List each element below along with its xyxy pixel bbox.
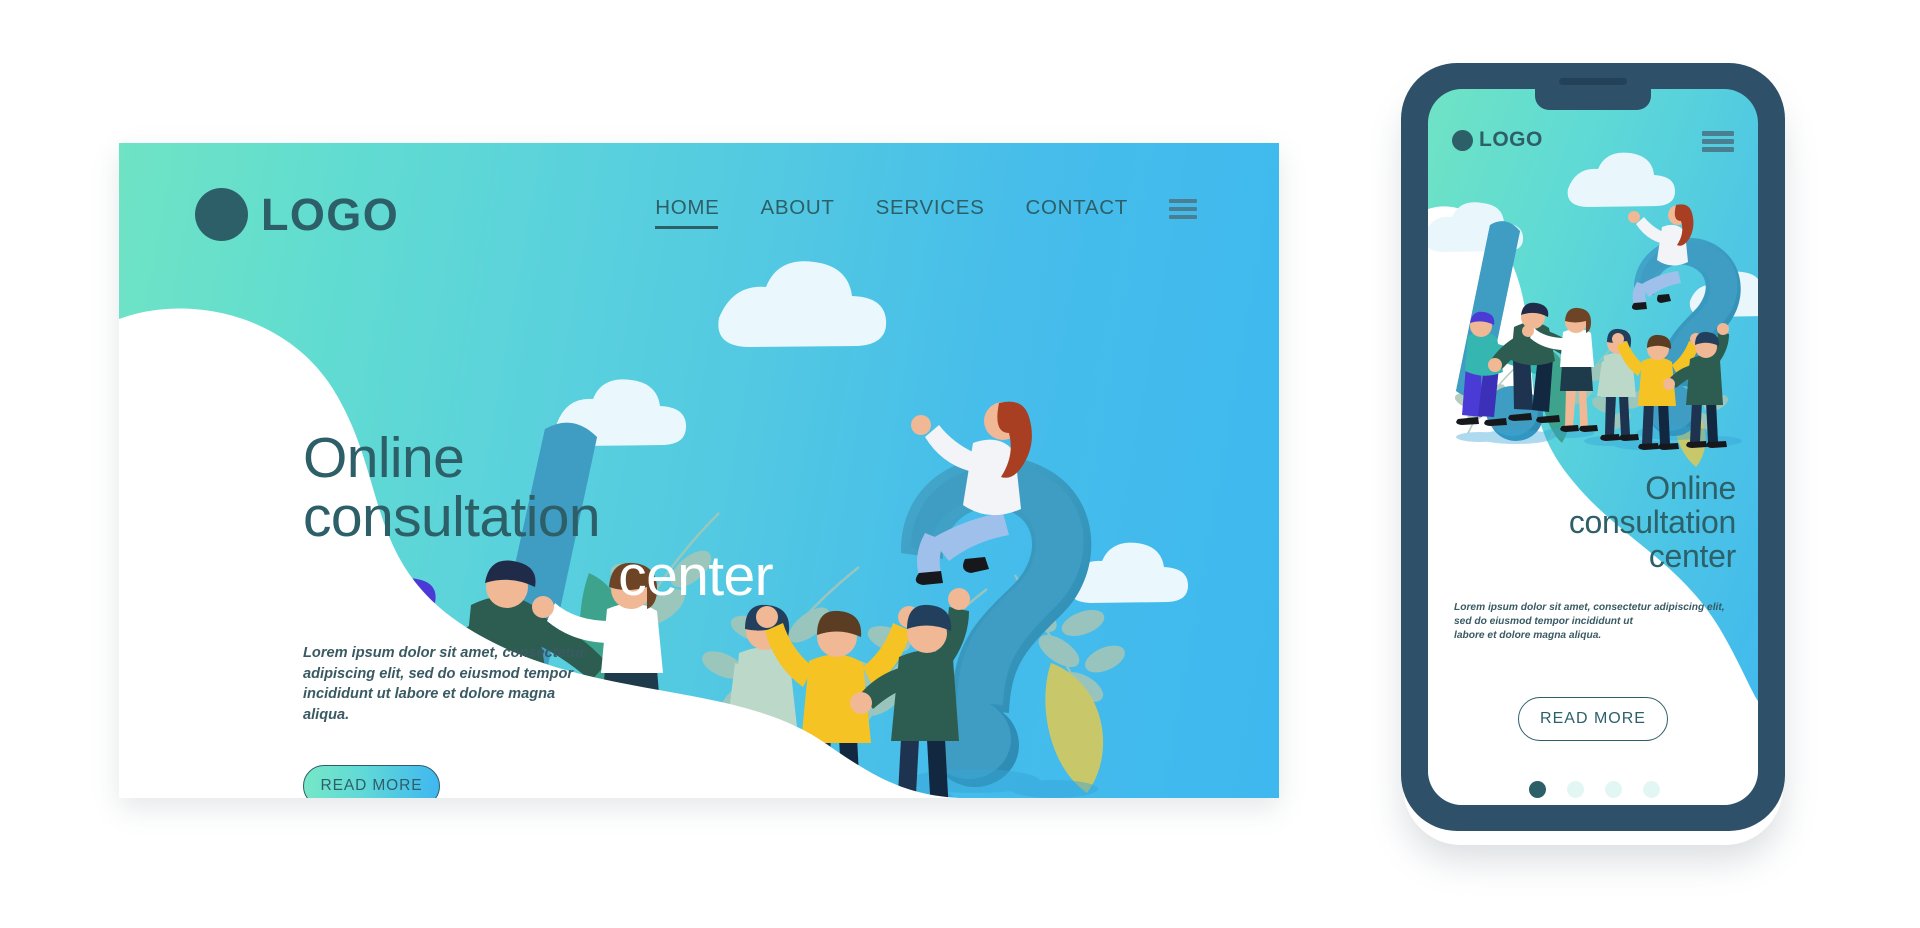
mobile-carousel-dot-1[interactable] xyxy=(1528,781,1546,798)
mobile-read-more-button[interactable]: READ MORE xyxy=(1518,697,1668,741)
mobile-header: LOGO xyxy=(1428,89,1758,161)
hamburger-icon[interactable] xyxy=(1702,131,1734,152)
desktop-header: LOGO HOME ABOUT SERVICES CONTACT xyxy=(119,143,1279,273)
landing-page-mockup: LOGO HOME ABOUT SERVICES CONTACT Online … xyxy=(0,0,1920,928)
mobile-paragraph-line-3: labore et dolore magna aliqua. xyxy=(1454,630,1602,641)
phone-speaker xyxy=(1559,78,1627,85)
headline-line-2: consultation xyxy=(303,485,601,549)
phone-bezel: LOGO Online consultation center Lorem ip… xyxy=(1401,63,1785,831)
headline-line-3: center xyxy=(618,544,773,608)
nav-item-contact[interactable]: CONTACT xyxy=(1026,196,1128,229)
circle-icon xyxy=(1452,129,1473,151)
mobile-page-title: Online consultation center xyxy=(1450,471,1736,573)
hamburger-icon[interactable] xyxy=(1169,199,1197,219)
mobile-logo[interactable]: LOGO xyxy=(1452,128,1543,152)
mobile-carousel-dot-2[interactable] xyxy=(1566,781,1584,798)
mobile-hero-paragraph: Lorem ipsum dolor sit amet, consectetur … xyxy=(1450,601,1736,643)
main-navigation: HOME ABOUT SERVICES CONTACT xyxy=(655,196,1197,229)
logo[interactable]: LOGO xyxy=(195,188,399,241)
mobile-logo-text: LOGO xyxy=(1479,128,1543,151)
mobile-paragraph-line-1: Lorem ipsum dolor sit amet, consectetur … xyxy=(1454,602,1725,613)
nav-item-home[interactable]: HOME xyxy=(655,196,719,229)
desktop-mockup: LOGO HOME ABOUT SERVICES CONTACT Online … xyxy=(119,143,1279,798)
logo-text: LOGO xyxy=(261,188,400,240)
phone-screen: LOGO Online consultation center Lorem ip… xyxy=(1428,89,1758,805)
mobile-carousel-dots xyxy=(1450,781,1736,798)
mobile-headline-line-1: Online xyxy=(1645,470,1736,506)
mobile-headline-line-2: consultation xyxy=(1568,504,1736,540)
hero-copy: Online consultation center Lorem ipsum d… xyxy=(303,426,774,798)
nav-item-services[interactable]: SERVICES xyxy=(876,196,985,229)
circle-icon xyxy=(195,188,248,241)
mobile-paragraph-line-2: sed do eiusmod tempor incididunt ut xyxy=(1454,616,1633,627)
mobile-carousel-dot-3[interactable] xyxy=(1604,781,1622,798)
mobile-carousel-dot-4[interactable] xyxy=(1642,781,1660,798)
headline-line-1: Online xyxy=(303,426,465,490)
read-more-button[interactable]: READ MORE xyxy=(303,765,440,798)
page-title: Online consultation center xyxy=(303,426,774,608)
nav-item-about[interactable]: ABOUT xyxy=(761,196,835,229)
mobile-mockup: LOGO Online consultation center Lorem ip… xyxy=(1393,55,1793,845)
hero-paragraph: Lorem ipsum dolor sit amet, consectetur … xyxy=(303,643,605,725)
mobile-person-sitting-on-question-mark xyxy=(1628,204,1694,310)
mobile-headline-line-3: center xyxy=(1648,538,1736,574)
mobile-hero-copy: Online consultation center Lorem ipsum d… xyxy=(1428,471,1758,798)
